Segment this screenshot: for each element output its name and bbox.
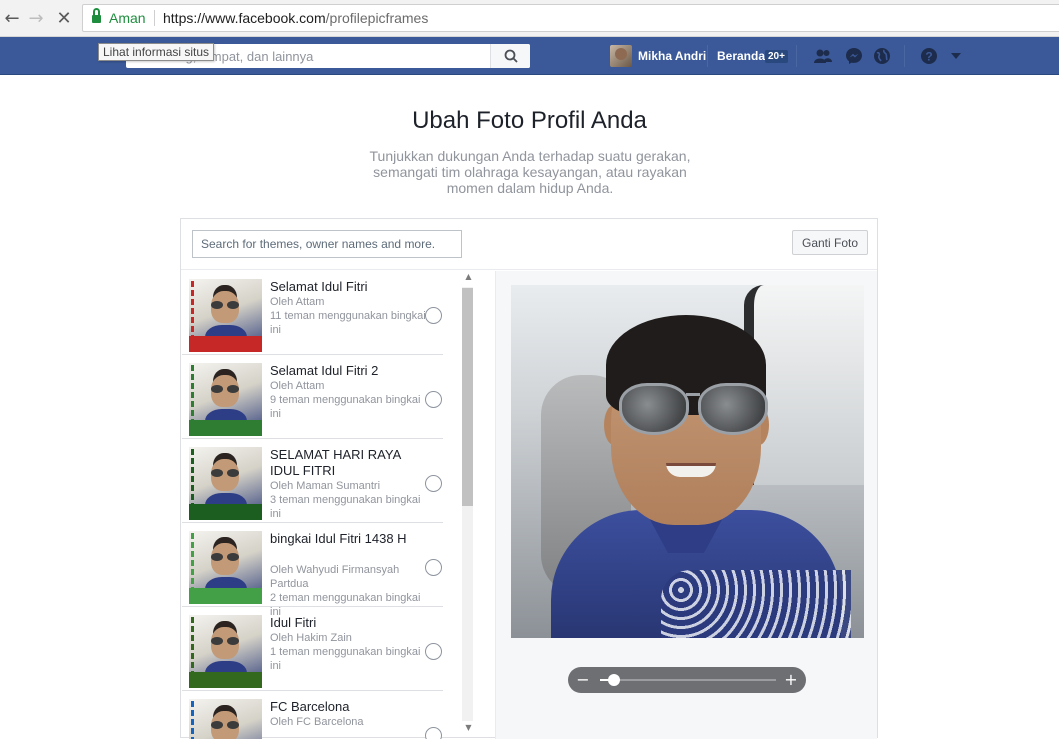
search-button[interactable] xyxy=(490,44,530,68)
user-name: Mikha Andri xyxy=(638,49,707,63)
zoom-out-minus-icon[interactable]: − xyxy=(573,669,593,691)
frame-thumbnail[interactable] xyxy=(189,615,262,688)
frame-decoration-left xyxy=(191,365,201,425)
url-host: https://www.facebook.com xyxy=(163,10,326,26)
frame-decoration-left xyxy=(191,281,201,341)
change-photo-button[interactable]: Ganti Foto xyxy=(792,230,868,255)
friend-requests-icon[interactable] xyxy=(813,47,833,65)
nav-divider xyxy=(707,45,708,67)
frame-list-item[interactable]: SELAMAT HARI RAYA IDUL FITRI Oleh Maman S… xyxy=(182,439,443,523)
frame-select-radio[interactable] xyxy=(425,643,442,660)
frame-decoration-left xyxy=(191,617,201,677)
frame-decoration-left xyxy=(191,533,201,593)
frame-select-radio[interactable] xyxy=(425,559,442,576)
frames-panel-header: Ganti Foto xyxy=(181,219,877,270)
page-subtitle: Tunjukkan dukungan Anda terhadap suatu g… xyxy=(369,148,691,196)
frame-title: Selamat Idul Fitri 2 xyxy=(270,363,379,378)
address-bar[interactable]: Aman https://www.facebook.com/profilepic… xyxy=(82,4,1059,32)
url-path: /profilepicframes xyxy=(325,10,429,26)
frame-list-item[interactable]: Idul Fitri Oleh Hakim Zain 1 teman menggun… xyxy=(182,607,443,691)
frames-panel: Ganti Foto Selamat Idul Fitri Oleh Attam 1… xyxy=(180,218,878,739)
frame-select-radio[interactable] xyxy=(425,307,442,324)
messenger-icon[interactable] xyxy=(844,47,864,65)
search-icon xyxy=(504,49,518,63)
zoom-track[interactable] xyxy=(600,679,776,681)
sunglasses xyxy=(211,469,239,477)
frame-owner: Oleh Wahyudi Firmansyah Partdua xyxy=(270,564,400,590)
scroll-up-arrow-icon[interactable]: ▲ xyxy=(461,272,476,284)
url-text[interactable]: https://www.facebook.com/profilepicframe… xyxy=(163,10,428,26)
nav-divider xyxy=(796,45,797,67)
frame-select-radio[interactable] xyxy=(425,475,442,492)
nav-divider xyxy=(904,45,905,67)
account-menu-chevron-down-icon[interactable] xyxy=(946,47,966,65)
svg-text:?: ? xyxy=(925,50,932,64)
profile-link[interactable]: Mikha Andri xyxy=(610,45,706,67)
sunglasses xyxy=(211,637,239,645)
home-notification-badge: 20+ xyxy=(765,50,788,63)
sunglasses-lens-left xyxy=(619,383,689,435)
frame-owner: Oleh Maman Sumantri xyxy=(270,480,381,492)
home-link[interactable]: Beranda xyxy=(717,49,765,63)
zoom-in-plus-icon[interactable]: + xyxy=(781,669,801,691)
sunglasses xyxy=(211,721,239,729)
sunglasses xyxy=(211,553,239,561)
sunglasses xyxy=(211,301,239,309)
frame-select-radio[interactable] xyxy=(425,727,442,739)
frame-list-item[interactable]: bingkai Idul Fitri 1438 H Oleh Wahyudi Fi… xyxy=(182,523,443,618)
sunglasses-lens-right xyxy=(698,383,768,435)
frame-list-item[interactable]: Selamat Idul Fitri 2 Oleh Attam 9 teman me… xyxy=(182,355,443,439)
notifications-globe-icon[interactable] xyxy=(872,47,892,65)
frame-owner: Oleh Attam xyxy=(270,296,325,308)
frame-owner: Oleh Hakim Zain xyxy=(270,632,352,644)
frame-title: Idul Fitri xyxy=(270,615,317,630)
url-separator xyxy=(154,10,155,26)
preview-area: − + xyxy=(495,271,877,739)
avatar xyxy=(610,45,632,67)
back-arrow-icon[interactable]: ← xyxy=(0,6,24,30)
frame-usage-count: 1 teman menggunakan bingkai ini xyxy=(270,646,421,672)
frame-usage-count: 9 teman menggunakan bingkai ini xyxy=(270,394,421,420)
scrollbar-thumb[interactable] xyxy=(462,288,473,506)
security-label[interactable]: Aman xyxy=(109,10,146,26)
frame-title: SELAMAT HARI RAYA IDUL FITRI xyxy=(270,447,401,478)
lock-icon[interactable] xyxy=(92,8,101,23)
frame-thumbnail[interactable] xyxy=(189,531,262,604)
frame-title: bingkai Idul Fitri 1438 H xyxy=(270,531,407,546)
site-info-tooltip: Lihat informasi situs xyxy=(98,43,215,61)
forward-arrow-icon[interactable]: → xyxy=(24,6,48,30)
frame-search-input[interactable] xyxy=(192,230,462,258)
stop-loading-icon[interactable]: ✕ xyxy=(52,6,76,30)
frame-thumbnail[interactable] xyxy=(189,363,262,436)
sunglasses xyxy=(211,385,239,393)
frame-decoration-left xyxy=(191,701,201,739)
frame-select-radio[interactable] xyxy=(425,391,442,408)
profile-photo-preview[interactable] xyxy=(511,285,864,638)
frame-thumbnail[interactable] xyxy=(189,699,262,739)
frame-title: FC Barcelona xyxy=(270,699,350,714)
zoom-handle[interactable] xyxy=(608,674,621,686)
scroll-down-arrow-icon[interactable]: ▼ xyxy=(461,723,476,735)
page-title: Ubah Foto Profil Anda xyxy=(412,107,647,134)
zoom-slider[interactable]: − + xyxy=(568,667,806,693)
frame-thumbnail[interactable] xyxy=(189,447,262,520)
help-icon[interactable]: ? xyxy=(919,47,939,65)
frame-thumbnail[interactable] xyxy=(189,279,262,352)
frame-owner: Oleh FC Barcelona xyxy=(270,716,364,728)
frame-title: Selamat Idul Fitri xyxy=(270,279,368,294)
browser-toolbar: ← → ✕ Aman https://www.facebook.com/prof… xyxy=(0,0,1059,37)
frame-usage-count: 3 teman menggunakan bingkai ini xyxy=(270,494,421,520)
frame-list-scrollbar[interactable]: ▲ ▼ xyxy=(461,271,476,739)
frame-list-item[interactable]: Selamat Idul Fitri Oleh Attam 11 teman men… xyxy=(182,271,443,355)
frame-owner: Oleh Attam xyxy=(270,380,325,392)
frame-list: Selamat Idul Fitri Oleh Attam 11 teman men… xyxy=(182,271,443,739)
frame-decoration-left xyxy=(191,449,201,509)
frame-usage-count: 11 teman menggunakan bingkai ini xyxy=(270,310,426,336)
